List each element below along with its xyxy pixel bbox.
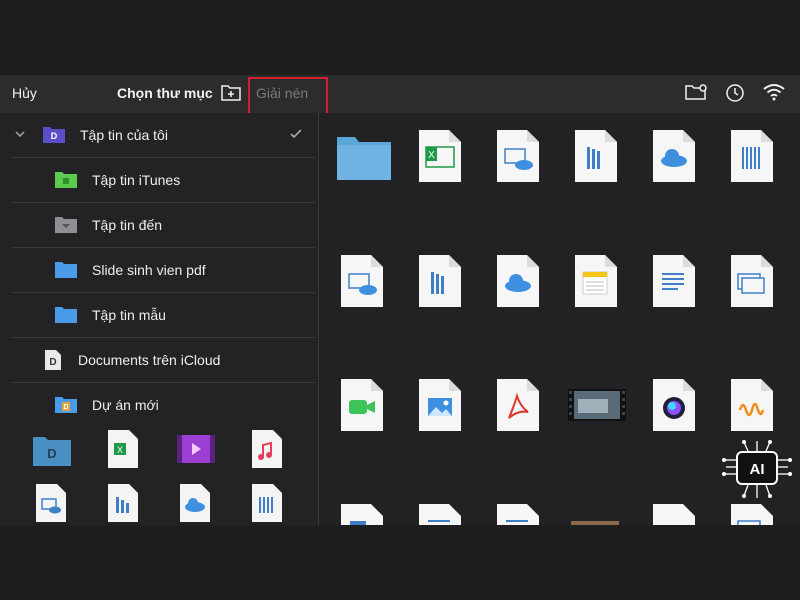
folder-icon[interactable] xyxy=(336,133,392,187)
text-file-icon[interactable] xyxy=(496,503,540,525)
top-bar-area xyxy=(0,0,800,75)
sidebar-item-inbox[interactable]: Tập tin đến xyxy=(12,203,315,248)
bottom-bar-area xyxy=(0,525,800,600)
new-folder-icon[interactable] xyxy=(220,82,242,104)
folder-icon xyxy=(54,214,78,236)
icloud-file-icon xyxy=(178,483,212,523)
svg-text:AI: AI xyxy=(750,461,765,478)
text-file-icon[interactable] xyxy=(652,503,696,525)
folder-icon xyxy=(54,304,78,326)
text-file-icon[interactable] xyxy=(730,129,774,183)
cancel-button[interactable]: Hủy xyxy=(12,85,37,101)
sidebar: D Tập tin của tôi Tập tin iTunes Tập tin… xyxy=(0,113,318,525)
sidebar-item-label: Tập tin đến xyxy=(92,217,163,233)
pdf-file-icon[interactable] xyxy=(496,378,540,432)
folder-d-icon: D xyxy=(32,433,72,473)
document-d-icon: D xyxy=(42,349,66,371)
sidebar-item-itunes[interactable]: Tập tin iTunes xyxy=(12,158,315,203)
folder-settings-icon[interactable] xyxy=(684,82,708,104)
sidebar-item-templates[interactable]: Tập tin mẫu xyxy=(12,293,315,338)
recent-clock-icon[interactable] xyxy=(724,82,748,104)
numbers-file-icon[interactable] xyxy=(574,129,618,183)
excel-file-icon: X xyxy=(106,429,140,469)
image-file-icon[interactable] xyxy=(418,378,462,432)
image-cloud-file-icon[interactable] xyxy=(496,129,540,183)
chevron-down-icon[interactable] xyxy=(14,127,26,145)
excel-file-icon[interactable]: X xyxy=(418,129,462,183)
svg-text:D: D xyxy=(47,446,56,461)
icloud-file-icon[interactable] xyxy=(496,254,540,308)
folder-icon: D xyxy=(42,124,66,146)
sidebar-item-label: Documents trên iCloud xyxy=(78,352,221,368)
text-file-icon[interactable] xyxy=(652,254,696,308)
svg-text:D: D xyxy=(51,131,58,141)
file-picker-window: Hủy Chọn thư mục Giải nén D Tập tin của … xyxy=(0,75,800,525)
image-file-icon[interactable] xyxy=(340,503,384,525)
notes-file-icon[interactable] xyxy=(574,254,618,308)
folder-icon: D xyxy=(54,394,78,416)
video-thumbnail-icon[interactable] xyxy=(568,385,626,425)
numbers-file-icon[interactable] xyxy=(418,254,462,308)
svg-text:D: D xyxy=(49,357,56,368)
image-cloud-file-icon[interactable] xyxy=(340,254,384,308)
sidebar-item-label: Dự án mới xyxy=(92,397,159,413)
sidebar-item-slide[interactable]: Slide sinh vien pdf xyxy=(12,248,315,293)
sidebar-item-icloud[interactable]: D Documents trên iCloud xyxy=(12,338,315,383)
wifi-icon[interactable] xyxy=(762,82,786,104)
ai-chip-icon: AI xyxy=(722,440,792,500)
text-file-icon[interactable] xyxy=(418,503,462,525)
svg-text:D: D xyxy=(63,404,68,411)
svg-text:X: X xyxy=(428,150,435,161)
sidebar-item-label: Tập tin mẫu xyxy=(92,307,166,323)
facetime-file-icon[interactable] xyxy=(340,378,384,432)
svg-text:X: X xyxy=(117,445,123,455)
image-cloud-file-icon xyxy=(34,483,68,523)
music-file-icon xyxy=(250,429,284,469)
folder-icon xyxy=(54,169,78,191)
video-file-icon xyxy=(176,433,216,473)
checkmark-icon xyxy=(290,127,302,145)
sidebar-item-my-files[interactable]: D Tập tin của tôi xyxy=(12,113,315,158)
keynote-file-icon[interactable] xyxy=(730,254,774,308)
toolbar: Hủy Chọn thư mục Giải nén xyxy=(0,75,800,113)
audio-file-icon[interactable] xyxy=(730,378,774,432)
sidebar-item-label: Slide sinh vien pdf xyxy=(92,262,206,278)
toolbar-title: Chọn thư mục xyxy=(117,85,213,101)
siri-file-icon[interactable] xyxy=(652,378,696,432)
numbers-file-icon xyxy=(106,483,140,523)
icloud-file-icon[interactable] xyxy=(652,129,696,183)
folder-icon xyxy=(54,259,78,281)
sidebar-item-label: Tập tin của tôi xyxy=(80,127,168,143)
sidebar-item-label: Tập tin iTunes xyxy=(92,172,181,188)
keynote-file-icon[interactable] xyxy=(730,503,774,525)
sidebar-item-new-project[interactable]: D Dự án mới xyxy=(12,383,315,428)
text-file-icon xyxy=(250,483,284,523)
